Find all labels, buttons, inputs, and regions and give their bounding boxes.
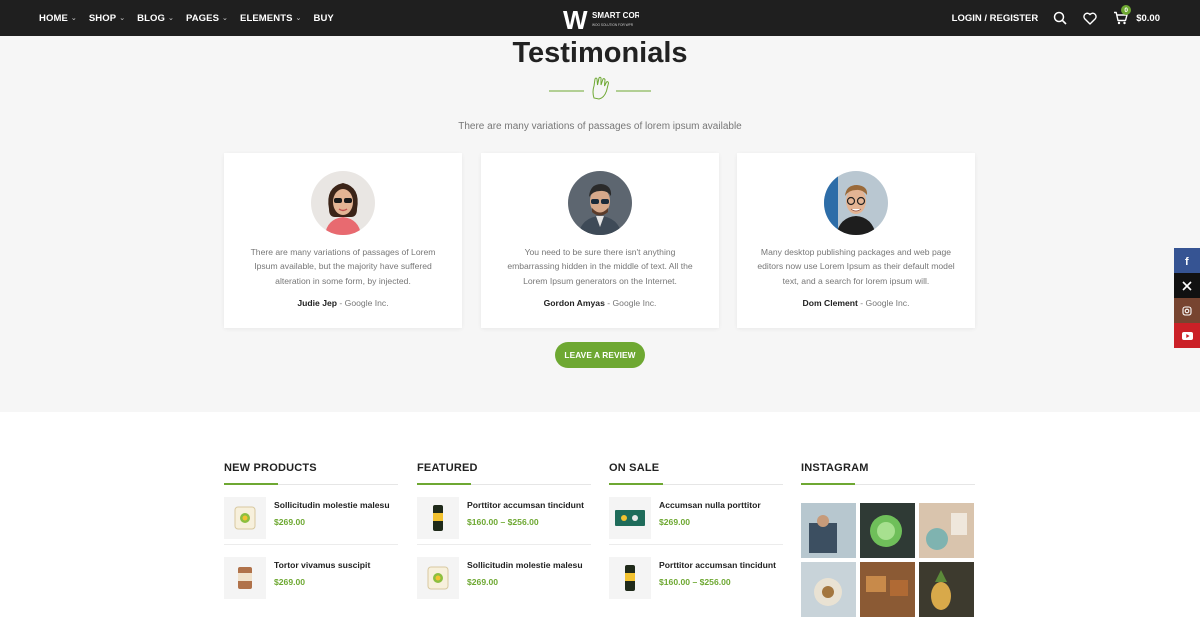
testimonial-author: Gordon Amyas - Google Inc.: [481, 298, 719, 308]
site-logo[interactable]: W SMART CORP WOO SOLUTION FOR WPR: [563, 5, 639, 33]
instagram-icon[interactable]: [1174, 298, 1200, 323]
main-nav: HOME ⌄ SHOP ⌄ BLOG ⌄ PAGES ⌄ ELEMENTS ⌄ BUY: [39, 0, 334, 36]
testimonials-section: Testimonials There are many variations o…: [0, 36, 1200, 412]
product-name[interactable]: Accumsan nulla porttitor: [659, 500, 761, 510]
svg-text:f: f: [1185, 256, 1189, 267]
nav-pages[interactable]: PAGES ⌄: [186, 13, 228, 24]
widget-title: FEATURED: [417, 462, 478, 474]
nav-pages-label: PAGES: [185, 12, 220, 24]
logo-mark: W: [563, 5, 588, 33]
product-price: $269.00: [274, 517, 306, 527]
logo-name: SMART CORP: [592, 11, 639, 20]
product-price: $269.00: [274, 577, 306, 587]
product-item[interactable]: Tortor vivamus suscipit $269.00: [224, 545, 398, 605]
product-thumbnail[interactable]: [609, 557, 651, 599]
chevron-down-icon: ⌄: [222, 15, 229, 22]
product-name[interactable]: Sollicitudin molestie malesu: [467, 560, 583, 570]
widget-divider: [801, 483, 975, 485]
product-name[interactable]: Tortor vivamus suscipit: [274, 560, 370, 570]
heart-icon[interactable]: [1082, 10, 1098, 26]
leave-review-button[interactable]: LEAVE A REVIEW: [555, 342, 645, 368]
on-sale-widget: ON SALE Accumsan nulla porttitor $269.00…: [609, 462, 783, 605]
instagram-photo[interactable]: [860, 562, 915, 617]
nav-elements[interactable]: ELEMENTS ⌄: [240, 13, 302, 24]
widget-title: ON SALE: [609, 462, 660, 474]
chevron-down-icon: ⌄: [168, 15, 174, 22]
instagram-photo[interactable]: [919, 562, 974, 617]
testimonial-card: You need to be sure there isn't anything…: [481, 153, 719, 328]
product-thumbnail[interactable]: [224, 557, 266, 599]
nav-buy[interactable]: BUY: [314, 13, 334, 24]
product-item[interactable]: Porttitor accumsan tincidunt $160.00 – $…: [417, 485, 591, 545]
chevron-down-icon: ⌄: [295, 15, 302, 22]
author-company: - Google Inc.: [604, 298, 657, 308]
product-item[interactable]: Accumsan nulla porttitor $269.00: [609, 485, 783, 545]
testimonial-quote: You need to be sure there isn't anything…: [507, 247, 693, 286]
widget-title: INSTAGRAM: [801, 462, 869, 474]
testimonial-author: Judie Jep - Google Inc.: [224, 298, 462, 308]
social-sidebar: f: [1174, 248, 1200, 348]
product-item[interactable]: Porttitor accumsan tincidunt $160.00 – $…: [609, 545, 783, 605]
nav-elements-label: ELEMENTS: [240, 12, 293, 24]
chevron-down-icon: ⌄: [119, 15, 126, 22]
hand-divider-icon: [549, 76, 651, 100]
testimonial-author: Dom Clement - Google Inc.: [737, 298, 975, 308]
instagram-photo[interactable]: [860, 503, 915, 558]
author-company: - Google Inc.: [337, 298, 389, 308]
testimonial-card: Many desktop publishing packages and web…: [737, 153, 975, 328]
author-company: - Google Inc.: [857, 298, 910, 308]
instagram-photo[interactable]: [801, 503, 856, 558]
login-register-link[interactable]: LOGIN / REGISTER: [952, 13, 1039, 24]
logo-tagline: WOO SOLUTION FOR WPR: [592, 23, 634, 27]
product-name[interactable]: Sollicitudin molestie malesu: [274, 500, 390, 510]
product-name[interactable]: Porttitor accumsan tincidunt: [467, 500, 584, 510]
product-price: $269.00: [467, 577, 499, 587]
cart-count-badge: 0: [1121, 5, 1132, 15]
header-actions: LOGIN / REGISTER 0 $0.00: [952, 0, 1160, 36]
testimonial-card: There are many variations of passages of…: [224, 153, 462, 328]
instagram-grid: [801, 503, 975, 617]
author-name: Gordon Amyas: [543, 298, 605, 308]
instagram-photo[interactable]: [801, 562, 856, 617]
avatar: [568, 171, 632, 235]
product-price: $160.00 – $256.00: [659, 577, 731, 587]
facebook-icon[interactable]: f: [1174, 248, 1200, 273]
section-title: Testimonials: [512, 37, 688, 69]
product-thumbnail[interactable]: [417, 497, 459, 539]
search-icon[interactable]: [1052, 10, 1068, 26]
product-item[interactable]: Sollicitudin molestie malesu $269.00: [224, 485, 398, 545]
cart-total: $0.00: [1136, 12, 1160, 24]
testimonial-quote: Many desktop publishing packages and web…: [757, 247, 955, 286]
product-price: $160.00 – $256.00: [467, 517, 539, 527]
nav-shop-label: SHOP: [88, 12, 117, 24]
product-thumbnail[interactable]: [609, 497, 651, 539]
avatar: [824, 171, 888, 235]
cart-button[interactable]: 0 $0.00: [1112, 5, 1160, 26]
nav-buy-label: BUY: [313, 12, 334, 24]
top-header: HOME ⌄ SHOP ⌄ BLOG ⌄ PAGES ⌄ ELEMENTS ⌄ BUY W…: [0, 0, 1200, 36]
section-subtitle: There are many variations of passages of…: [458, 121, 742, 132]
nav-shop[interactable]: SHOP ⌄: [89, 13, 125, 24]
product-price: $269.00: [659, 517, 691, 527]
product-thumbnail[interactable]: [224, 497, 266, 539]
youtube-icon[interactable]: [1174, 323, 1200, 348]
product-thumbnail[interactable]: [417, 557, 459, 599]
nav-blog[interactable]: BLOG ⌄: [137, 13, 174, 24]
widget-title: NEW PRODUCTS: [224, 462, 317, 474]
nav-home[interactable]: HOME ⌄: [39, 13, 77, 24]
product-name[interactable]: Porttitor accumsan tincidunt: [659, 560, 776, 570]
instagram-widget: INSTAGRAM: [801, 462, 975, 617]
nav-blog-label: BLOG: [137, 12, 166, 24]
new-products-widget: NEW PRODUCTS Sollicitudin molestie males…: [224, 462, 398, 605]
featured-widget: FEATURED Porttitor accumsan tincidunt $1…: [417, 462, 591, 605]
instagram-photo[interactable]: [919, 503, 974, 558]
author-name: Dom Clement: [802, 298, 858, 308]
nav-home-label: HOME: [39, 12, 68, 24]
testimonial-quote: There are many variations of passages of…: [250, 247, 436, 286]
chevron-down-icon: ⌄: [70, 15, 77, 22]
product-item[interactable]: Sollicitudin molestie malesu $269.00: [417, 545, 591, 605]
author-name: Judie Jep: [297, 298, 338, 308]
x-icon[interactable]: [1174, 273, 1200, 298]
avatar: [311, 171, 375, 235]
